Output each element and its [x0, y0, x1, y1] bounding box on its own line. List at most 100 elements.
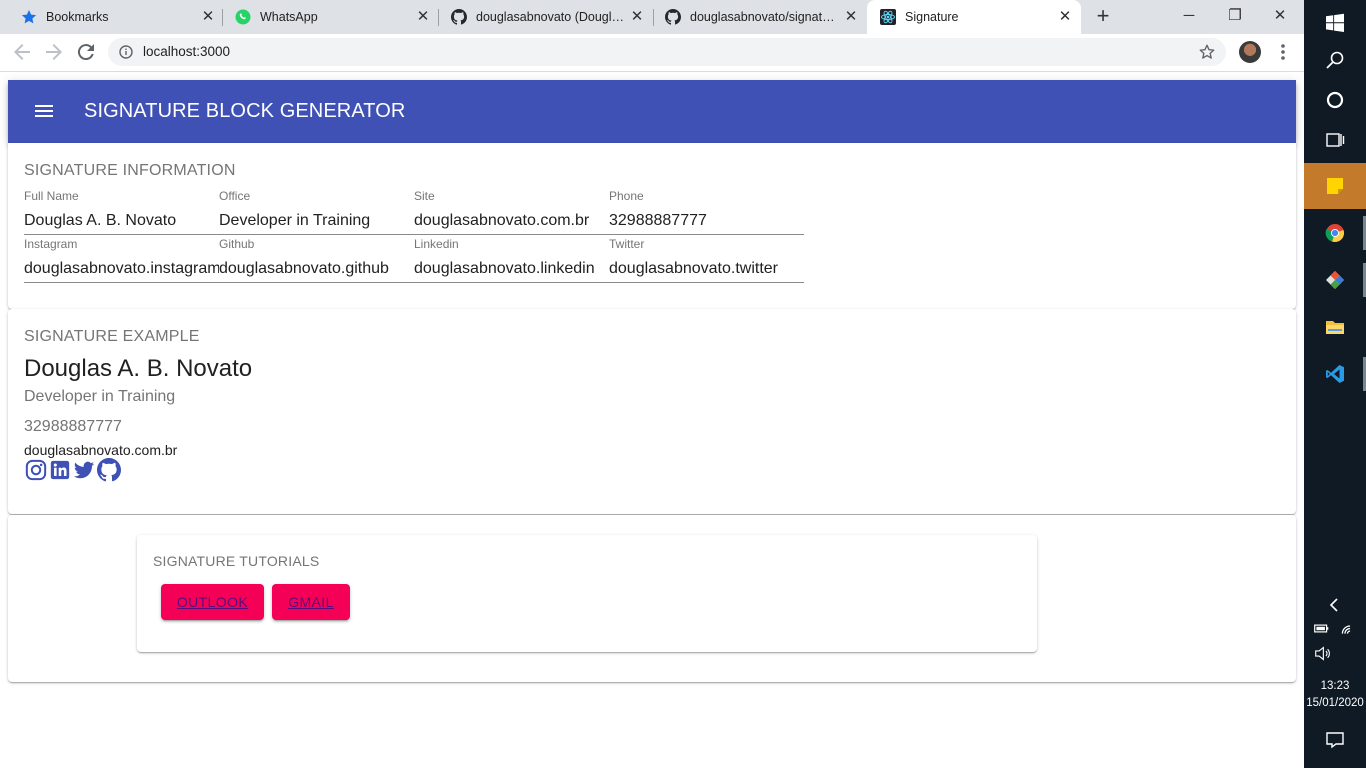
section-title: SIGNATURE TUTORIALS [153, 553, 320, 569]
github-icon [665, 9, 681, 25]
section-title: SIGNATURE EXAMPLE [24, 328, 200, 345]
signature-example-panel: SIGNATURE EXAMPLE Douglas A. B. Novato D… [8, 309, 1296, 514]
twitter-icon[interactable] [73, 459, 95, 481]
field-label: Linkedin [414, 237, 459, 251]
page-viewport: SIGNATURE BLOCK GENERATOR SIGNATURE INFO… [0, 72, 1304, 768]
field-label: Full Name [24, 189, 79, 203]
tab-github-profile[interactable]: douglasabnovato (Douglas N ✕ [438, 0, 652, 34]
office-field: Office [219, 189, 414, 237]
gmail-button[interactable]: GMAIL [272, 584, 350, 620]
linkedin-field: Linkedin [414, 237, 609, 285]
outlook-button[interactable]: OUTLOOK [161, 584, 264, 620]
github-icon [451, 9, 467, 25]
example-office: Developer in Training [24, 388, 176, 405]
battery-icon[interactable] [1313, 620, 1330, 637]
signature-information-panel: SIGNATURE INFORMATION Full Name Office S… [8, 143, 1296, 309]
taskbar-vscode[interactable] [1304, 351, 1366, 397]
close-tab-icon[interactable]: ✕ [415, 9, 431, 25]
taskbar-sticky-notes[interactable] [1304, 163, 1366, 209]
wifi-icon[interactable] [1339, 620, 1356, 637]
site-input[interactable] [414, 207, 609, 235]
close-tab-icon[interactable]: ✕ [843, 9, 859, 25]
app-title: SIGNATURE BLOCK GENERATOR [84, 100, 406, 122]
taskbar-git-app[interactable] [1304, 257, 1366, 303]
search-icon [1326, 51, 1344, 69]
windows-logo-icon [1326, 13, 1344, 32]
tab-label: Signature [905, 10, 959, 24]
volume-icon [1315, 646, 1330, 661]
tab-strip: Bookmarks ✕ WhatsApp ✕ douglasabnovato (… [0, 0, 1304, 34]
tab-label: douglasabnovato/signature- [690, 10, 840, 24]
browser-chrome: Bookmarks ✕ WhatsApp ✕ douglasabnovato (… [0, 0, 1304, 72]
twitter-field: Twitter [609, 237, 804, 285]
sticky-notes-icon [1327, 178, 1343, 194]
tab-github-repo[interactable]: douglasabnovato/signature- ✕ [652, 0, 866, 34]
address-bar[interactable]: localhost:3000 [108, 38, 1226, 66]
tab-label: WhatsApp [260, 10, 318, 24]
bookmark-star-icon[interactable] [1198, 43, 1216, 61]
profile-avatar[interactable] [1239, 41, 1261, 63]
folder-icon [1326, 321, 1344, 334]
hamburger-menu-icon[interactable] [34, 101, 54, 121]
git-diamond-icon [1326, 271, 1344, 289]
github-field: Github [219, 237, 414, 285]
whatsapp-icon [235, 9, 251, 25]
section-title: SIGNATURE INFORMATION [24, 162, 236, 179]
tab-signature[interactable]: Signature ✕ [867, 0, 1081, 34]
cortana-circle-icon [1326, 91, 1344, 109]
site-field: Site [414, 189, 609, 237]
clock-time[interactable]: 13:23 [1304, 680, 1366, 692]
taskbar-file-explorer[interactable] [1304, 304, 1366, 350]
twitter-input[interactable] [609, 255, 804, 283]
more-vert-icon[interactable] [1274, 41, 1292, 63]
taskbar-chrome[interactable] [1304, 210, 1366, 256]
new-tab-button[interactable]: + [1092, 5, 1114, 28]
url-text: localhost:3000 [143, 44, 231, 59]
notification-icon [1326, 732, 1344, 749]
browser-toolbar: localhost:3000 [0, 34, 1304, 72]
back-arrow-icon[interactable] [10, 40, 34, 64]
restore-button[interactable]: ❐ [1223, 4, 1247, 28]
close-tab-icon[interactable]: ✕ [629, 9, 645, 25]
field-label: Phone [609, 189, 644, 203]
tutorials-container: SIGNATURE TUTORIALS OUTLOOK GMAIL [8, 515, 1296, 682]
app-bar: SIGNATURE BLOCK GENERATOR [8, 80, 1296, 143]
action-center-button[interactable] [1304, 722, 1366, 762]
close-tab-icon[interactable]: ✕ [1057, 9, 1073, 25]
github-icon[interactable] [97, 458, 121, 482]
info-icon[interactable] [119, 45, 133, 59]
tray-row [1304, 617, 1366, 641]
instagram-icon[interactable] [25, 459, 47, 481]
tab-whatsapp[interactable]: WhatsApp ✕ [222, 0, 436, 34]
chrome-icon [1325, 224, 1345, 243]
example-site: douglasabnovato.com.br [24, 442, 178, 458]
tab-label: Bookmarks [46, 10, 109, 24]
task-view-button[interactable] [1304, 117, 1366, 163]
tab-label: douglasabnovato (Douglas N [476, 10, 626, 24]
field-label: Twitter [609, 237, 645, 251]
linkedin-icon[interactable] [49, 459, 71, 481]
signature-tutorials-panel: SIGNATURE TUTORIALS OUTLOOK GMAIL [137, 535, 1037, 652]
field-label: Github [219, 237, 255, 251]
github-input[interactable] [219, 255, 414, 283]
instagram-field: Instagram [24, 237, 219, 285]
clock-date[interactable]: 15/01/2020 [1304, 697, 1366, 709]
office-input[interactable] [219, 207, 414, 235]
close-tab-icon[interactable]: ✕ [200, 9, 216, 25]
linkedin-input[interactable] [414, 255, 609, 283]
vscode-icon [1326, 365, 1344, 383]
reload-icon[interactable] [74, 40, 98, 64]
close-window-button[interactable]: ✕ [1268, 4, 1292, 28]
phone-field: Phone [609, 189, 804, 237]
instagram-input[interactable] [24, 255, 219, 283]
phone-input[interactable] [609, 207, 804, 235]
star-icon [21, 10, 37, 24]
tab-bookmarks[interactable]: Bookmarks ✕ [8, 0, 220, 34]
forward-arrow-icon[interactable] [42, 40, 66, 64]
volume-button[interactable] [1304, 640, 1366, 668]
minimize-button[interactable]: ─ [1177, 4, 1201, 28]
chevron-left-icon [1329, 598, 1338, 612]
full-name-input[interactable] [24, 207, 219, 235]
example-name: Douglas A. B. Novato [24, 355, 253, 382]
field-label: Instagram [24, 237, 78, 251]
